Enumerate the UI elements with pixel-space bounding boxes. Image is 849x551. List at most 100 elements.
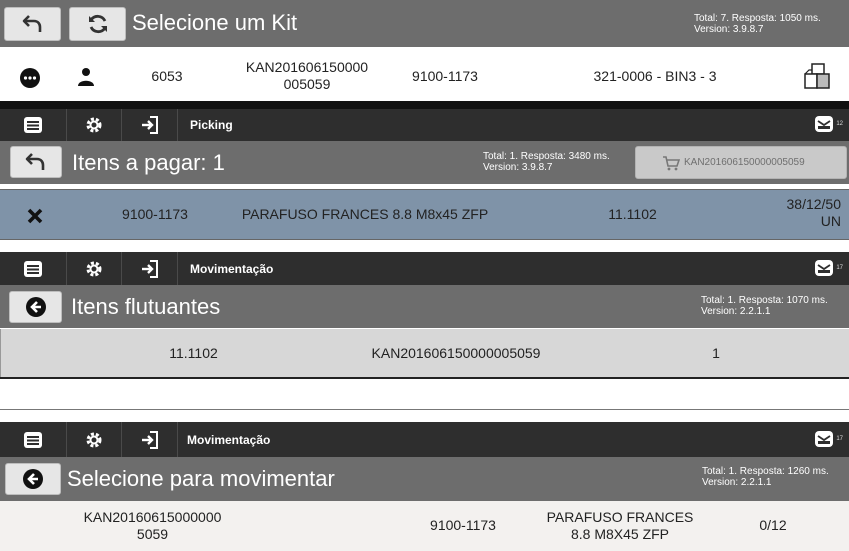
back-arrow-icon bbox=[25, 153, 45, 170]
mail-icon bbox=[815, 260, 834, 276]
kit-kan: KAN201606150000 005059 bbox=[232, 59, 382, 93]
move-item-kan: KAN20160615000000 5059 bbox=[65, 509, 240, 543]
logout-button[interactable] bbox=[122, 422, 178, 457]
section-divider bbox=[0, 101, 849, 109]
kit-location: 321-0006 - BIN3 - 3 bbox=[593, 68, 717, 84]
refresh-icon bbox=[88, 14, 107, 34]
section-divider bbox=[0, 409, 849, 410]
refresh-button[interactable] bbox=[69, 7, 126, 41]
nav-title: Picking bbox=[190, 118, 233, 132]
meta-total: Total: 1. Resposta: 1260 ms. bbox=[702, 466, 829, 477]
meta-version: Version: 3.9.8.7 bbox=[483, 162, 553, 173]
meta-total: Total: 7. Resposta: 1050 ms. bbox=[694, 13, 821, 24]
meta-version: Version: 3.9.8.7 bbox=[694, 24, 764, 35]
settings-button[interactable] bbox=[67, 252, 122, 285]
sign-in-icon bbox=[141, 259, 158, 278]
nav-title: Movimentação bbox=[190, 262, 274, 276]
cart-icon bbox=[663, 155, 680, 170]
settings-button[interactable] bbox=[67, 422, 122, 457]
kit-kan-line2: 005059 bbox=[283, 76, 331, 92]
messages-count: 12 bbox=[836, 121, 843, 127]
item-description: PARAFUSO FRANCES 8.8 M8x45 ZFP bbox=[241, 206, 489, 222]
item-part-number: 9100-1173 bbox=[122, 206, 188, 222]
remove-icon[interactable] bbox=[27, 208, 43, 224]
page-title: Selecione para movimentar bbox=[67, 466, 335, 491]
section-divider bbox=[0, 240, 849, 247]
kit-title-bar: Selecione um Kit Total: 7. Resposta: 105… bbox=[0, 0, 849, 47]
move-item-row[interactable]: KAN20160615000000 5059 9100-1173 PARAFUS… bbox=[0, 501, 849, 551]
movimentacao-nav-bar: Movimentação 17 bbox=[0, 252, 849, 285]
section-divider bbox=[0, 377, 849, 379]
logout-button[interactable] bbox=[122, 252, 178, 285]
move-item-part-number: 9100-1173 bbox=[430, 517, 496, 533]
meta-version: Version: 2.2.1.1 bbox=[702, 477, 772, 488]
movimentacao-nav-bar: Movimentação 17 bbox=[0, 422, 849, 457]
floating-item-qty: 1 bbox=[712, 345, 720, 361]
cart-kan-button[interactable]: KAN201606150000005059 bbox=[635, 146, 847, 179]
back-button[interactable] bbox=[5, 463, 61, 495]
move-select-title-bar: Selecione para movimentar Total: 1. Resp… bbox=[0, 457, 849, 501]
menu-list-icon bbox=[24, 117, 42, 133]
back-button[interactable] bbox=[10, 146, 62, 178]
menu-button[interactable] bbox=[0, 109, 67, 141]
item-quantity-line2: UN bbox=[820, 213, 841, 229]
gear-icon bbox=[86, 261, 102, 276]
back-arrow-icon bbox=[22, 15, 41, 32]
picking-title-bar: Itens a pagar: 1 Total: 1. Resposta: 348… bbox=[0, 141, 849, 184]
move-item-kan-line1: KAN20160615000000 bbox=[83, 509, 222, 525]
meta-total: Total: 1. Resposta: 3480 ms. bbox=[483, 151, 610, 162]
nav-title: Movimentação bbox=[187, 433, 271, 447]
move-item-kan-line2: 5059 bbox=[136, 526, 169, 542]
gear-icon bbox=[86, 117, 102, 133]
settings-button[interactable] bbox=[67, 109, 122, 141]
messages-count: 17 bbox=[836, 265, 843, 271]
floating-item-kan: KAN201606150000005059 bbox=[371, 345, 541, 361]
menu-button[interactable] bbox=[0, 422, 67, 457]
back-circle-icon bbox=[23, 469, 43, 489]
kit-row[interactable]: 6053 KAN201606150000 005059 9100-1173 32… bbox=[0, 52, 849, 102]
floating-item-code: 11.1102 bbox=[169, 345, 218, 361]
logout-button[interactable] bbox=[122, 109, 178, 141]
menu-list-icon bbox=[24, 431, 42, 448]
page-title: Itens flutuantes bbox=[71, 294, 221, 319]
picking-nav-bar: Picking 12 bbox=[0, 109, 849, 141]
move-item-description: PARAFUSO FRANCES 8.8 M8X45 ZFP bbox=[540, 509, 700, 543]
messages-count: 17 bbox=[836, 436, 843, 442]
messages-button[interactable]: 17 bbox=[814, 259, 843, 277]
gear-icon bbox=[86, 432, 102, 447]
user-icon bbox=[78, 68, 94, 86]
response-meta: Total: 1. Resposta: 1070 ms. Version: 2.… bbox=[701, 295, 828, 317]
back-button[interactable] bbox=[4, 7, 61, 41]
item-quantity-line1: 38/12/50 bbox=[786, 196, 842, 212]
back-button[interactable] bbox=[9, 291, 62, 323]
item-quantity: 38/12/50 UN bbox=[755, 196, 842, 230]
response-meta: Total: 7. Resposta: 1050 ms. Version: 3.… bbox=[694, 13, 821, 35]
mail-icon bbox=[815, 431, 834, 447]
sign-in-icon bbox=[141, 430, 158, 449]
messages-button[interactable]: 12 bbox=[814, 115, 843, 133]
floating-item-row[interactable]: 11.1102 KAN201606150000005059 1 bbox=[0, 329, 849, 377]
page-title: Selecione um Kit bbox=[132, 10, 298, 35]
messages-button[interactable]: 17 bbox=[814, 430, 843, 448]
more-options-icon[interactable] bbox=[19, 67, 41, 89]
kit-kan-line1: KAN201606150000 bbox=[245, 59, 369, 75]
move-item-description-line1: PARAFUSO FRANCES bbox=[546, 509, 694, 525]
page-title: Itens a pagar: 1 bbox=[72, 150, 225, 175]
move-item-qty: 0/12 bbox=[759, 517, 787, 533]
menu-list-icon bbox=[24, 260, 42, 277]
back-circle-icon bbox=[25, 297, 46, 317]
move-item-description-line2: 8.8 M8X45 ZFP bbox=[570, 526, 670, 542]
kit-id: 6053 bbox=[151, 68, 183, 84]
picking-item-row[interactable]: 9100-1173 PARAFUSO FRANCES 8.8 M8x45 ZFP… bbox=[0, 189, 849, 240]
meta-version: Version: 2.2.1.1 bbox=[701, 306, 771, 317]
boxes-icon[interactable] bbox=[803, 63, 831, 91]
item-code: 11.1102 bbox=[608, 206, 657, 222]
cart-kan-label: KAN201606150000005059 bbox=[684, 157, 805, 168]
meta-total: Total: 1. Resposta: 1070 ms. bbox=[701, 295, 828, 306]
menu-button[interactable] bbox=[0, 252, 67, 285]
screen: Selecione um Kit Total: 7. Resposta: 105… bbox=[0, 0, 849, 551]
response-meta: Total: 1. Resposta: 1260 ms. Version: 2.… bbox=[702, 466, 829, 488]
response-meta: Total: 1. Resposta: 3480 ms. Version: 3.… bbox=[483, 151, 610, 173]
floating-items-title-bar: Itens flutuantes Total: 1. Resposta: 107… bbox=[0, 285, 849, 328]
kit-part-number: 9100-1173 bbox=[412, 68, 478, 84]
